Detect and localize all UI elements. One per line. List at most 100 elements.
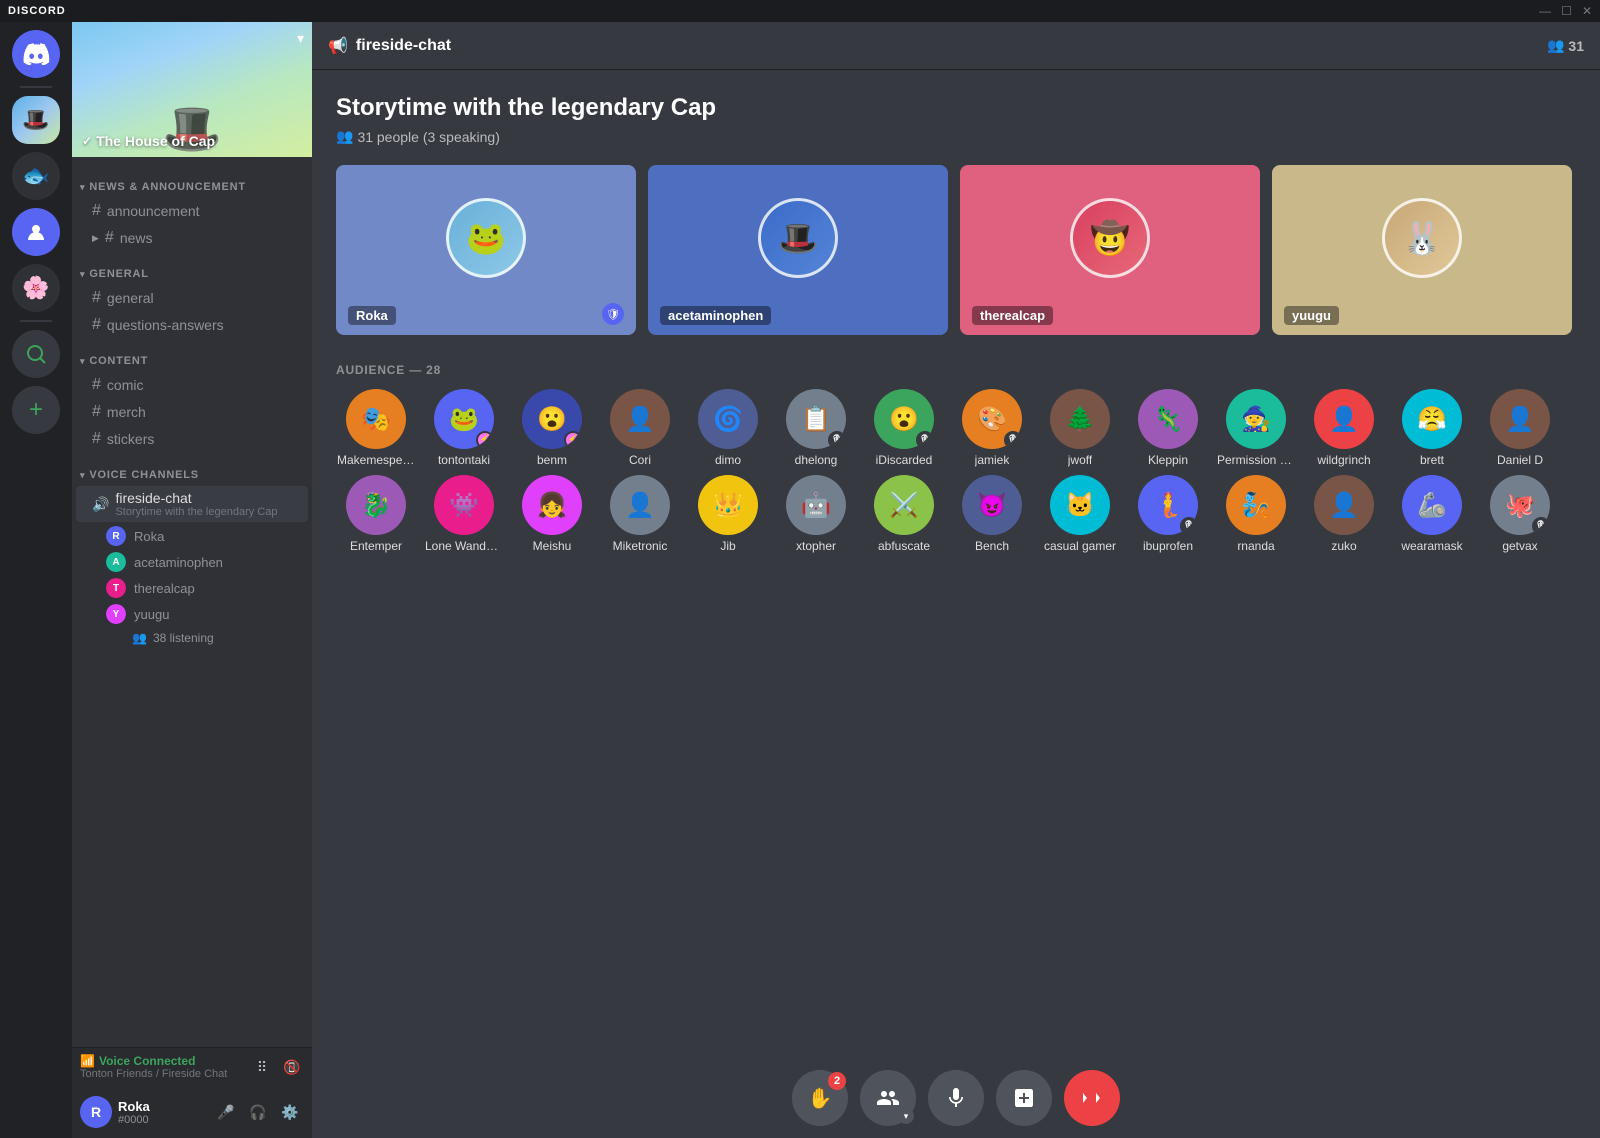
audience-avatar: 😮 ⚡	[522, 389, 582, 449]
audience-member-brett[interactable]: 😤 brett	[1392, 389, 1472, 467]
hash-icon: #	[92, 316, 101, 334]
speaker-card-acetaminophen[interactable]: 🎩 acetaminophen	[648, 165, 948, 335]
audience-name: iDiscarded	[876, 453, 933, 467]
bottom-toolbar: ✋ 2 ▾	[312, 1068, 1600, 1138]
audience-name: Kleppin	[1148, 453, 1188, 467]
audience-member-zuko[interactable]: 👤 zuko	[1304, 475, 1384, 553]
server-3[interactable]	[12, 208, 60, 256]
channel-general[interactable]: # general	[76, 285, 308, 311]
server-4[interactable]: 🌸	[12, 264, 60, 312]
audience-member-casual-gamer[interactable]: 🐱 casual gamer	[1040, 475, 1120, 553]
channel-questions-answers[interactable]: # questions-answers	[76, 312, 308, 338]
settings-button[interactable]: ⚙️	[276, 1098, 304, 1126]
mute-button[interactable]: 🎤	[212, 1098, 240, 1126]
audience-member-xtopher[interactable]: 🤖 xtopher	[776, 475, 856, 553]
audience-member-abfuscate[interactable]: ⚔️ abfuscate	[864, 475, 944, 553]
audience-name: tontontaki	[438, 453, 490, 467]
audience-member-daniel-d[interactable]: 👤 Daniel D	[1480, 389, 1560, 467]
voice-participant-yuugu[interactable]: Y yuugu	[102, 601, 312, 627]
voice-participant-roka[interactable]: R Roka	[102, 523, 312, 549]
avatar: T	[106, 578, 126, 598]
audience-member-rnanda[interactable]: 🧞 rnanda	[1216, 475, 1296, 553]
audience-member-idiscarded[interactable]: 😮 🎙 iDiscarded	[864, 389, 944, 467]
add-speaker-button[interactable]	[996, 1070, 1052, 1126]
audience-member-miketronic[interactable]: 👤 Miketronic	[600, 475, 680, 553]
close-button[interactable]: ✕	[1582, 4, 1592, 18]
server-rail: 🎩 🐟 🌸 +	[0, 22, 72, 1138]
maximize-button[interactable]: ☐	[1561, 4, 1572, 18]
server-2[interactable]: 🐟	[12, 152, 60, 200]
audience-avatar: 👧	[522, 475, 582, 535]
speaker-name-yuugu: yuugu	[1284, 306, 1339, 325]
people-icon: 👥	[132, 631, 147, 645]
voice-participant-acetaminophen[interactable]: A acetaminophen	[102, 549, 312, 575]
speaker-avatar-roka: 🐸	[446, 198, 526, 278]
audience-member-getvax[interactable]: 🐙 🎙 getvax	[1480, 475, 1560, 553]
stage-icon: 📢	[328, 36, 348, 56]
audience-avatar: 🎨 🎙	[962, 389, 1022, 449]
voice-participant-therealcap[interactable]: T therealcap	[102, 575, 312, 601]
audience-member-permission-man[interactable]: 🧙 Permission Man	[1216, 389, 1296, 467]
audience-member-wearamask[interactable]: 🦾 wearamask	[1392, 475, 1472, 553]
audience-name: getvax	[1502, 539, 1537, 553]
audience-avatar: 😈	[962, 475, 1022, 535]
add-server-button[interactable]: +	[12, 386, 60, 434]
vc-leave-button[interactable]: 📵	[280, 1055, 304, 1079]
audience-member-ibuprofen[interactable]: 🧜 🎙 ibuprofen	[1128, 475, 1208, 553]
speaker-card-therealcap[interactable]: 🤠 therealcap	[960, 165, 1260, 335]
explore-servers-button[interactable]	[12, 330, 60, 378]
audience-member-meishu[interactable]: 👧 Meishu	[512, 475, 592, 553]
leave-stage-button[interactable]	[1064, 1070, 1120, 1126]
hash-icon: #	[92, 202, 101, 220]
category-voice[interactable]: ▾ VOICE CHANNELS	[72, 453, 312, 485]
audience-member-benm[interactable]: 😮 ⚡ benm	[512, 389, 592, 467]
audience-member-jwoff[interactable]: 🌲 jwoff	[1040, 389, 1120, 467]
category-general[interactable]: ▾ GENERAL	[72, 252, 312, 284]
audience-name: rnanda	[1237, 539, 1274, 553]
audience-avatar: 🦾	[1402, 475, 1462, 535]
user-controls: 🎤 🎧 ⚙️	[212, 1098, 304, 1126]
channel-news[interactable]: ▶ # news	[76, 225, 308, 251]
channel-merch[interactable]: # merch	[76, 399, 308, 425]
audience-name: Daniel D	[1497, 453, 1543, 467]
channel-stickers[interactable]: # stickers	[76, 426, 308, 452]
deafen-button[interactable]: 🎧	[244, 1098, 272, 1126]
audience-member-wildgrinch[interactable]: 👤 wildgrinch	[1304, 389, 1384, 467]
audience-name: zuko	[1331, 539, 1356, 553]
audience-name: dhelong	[795, 453, 838, 467]
people-icon: 👥	[336, 128, 353, 145]
audience-avatar: 🤖	[786, 475, 846, 535]
audience-name: jwoff	[1068, 453, 1092, 467]
audience-member-entemper[interactable]: 🐉 Entemper	[336, 475, 416, 553]
invite-button[interactable]: ▾	[860, 1070, 916, 1126]
audience-member-bench[interactable]: 😈 Bench	[952, 475, 1032, 553]
audience-member-jib[interactable]: 👑 Jib	[688, 475, 768, 553]
mic-button[interactable]	[928, 1070, 984, 1126]
server-house-of-cap[interactable]: 🎩	[12, 96, 60, 144]
audience-avatar: 👑	[698, 475, 758, 535]
category-content[interactable]: ▾ CONTENT	[72, 339, 312, 371]
speaker-card-roka[interactable]: 🐸 Roka 🛡	[336, 165, 636, 335]
audience-member-jamiek[interactable]: 🎨 🎙 jamiek	[952, 389, 1032, 467]
discord-home-button[interactable]	[12, 30, 60, 78]
raise-hand-button[interactable]: ✋ 2	[792, 1070, 848, 1126]
audience-member-kleppin[interactable]: 🦎 Kleppin	[1128, 389, 1208, 467]
speaker-card-yuugu[interactable]: 🐰 yuugu	[1272, 165, 1572, 335]
vc-signal-button[interactable]: ⠿	[250, 1055, 274, 1079]
minimize-button[interactable]: —	[1539, 4, 1551, 18]
audience-member-dhelong[interactable]: 📋 🎙 dhelong	[776, 389, 856, 467]
channel-comic[interactable]: # comic	[76, 372, 308, 398]
audience-member-tontontaki[interactable]: 🐸 ⚡ tontontaki	[424, 389, 504, 467]
audience-member-lone-wanderer[interactable]: 👾 Lone Wanderer	[424, 475, 504, 553]
audience-header: AUDIENCE — 28	[336, 363, 1576, 377]
server-menu-button[interactable]: ▾	[297, 30, 304, 47]
chevron-down-icon: ▾	[80, 356, 85, 367]
channels-list: ▾ NEWS & ANNOUNCEMENT # announcement ▶ #…	[72, 157, 312, 1047]
channel-announcement[interactable]: # announcement	[76, 198, 308, 224]
audience-member-dimo[interactable]: 🌀 dimo	[688, 389, 768, 467]
voice-channel-fireside[interactable]: 🔊 fireside-chat Storytime with the legen…	[76, 486, 308, 522]
audience-member-cori[interactable]: 👤 Cori	[600, 389, 680, 467]
category-news[interactable]: ▾ NEWS & ANNOUNCEMENT	[72, 165, 312, 197]
audience-name: brett	[1420, 453, 1444, 467]
audience-member-makemespeakrr[interactable]: 🎭 Makemespeakrr	[336, 389, 416, 467]
